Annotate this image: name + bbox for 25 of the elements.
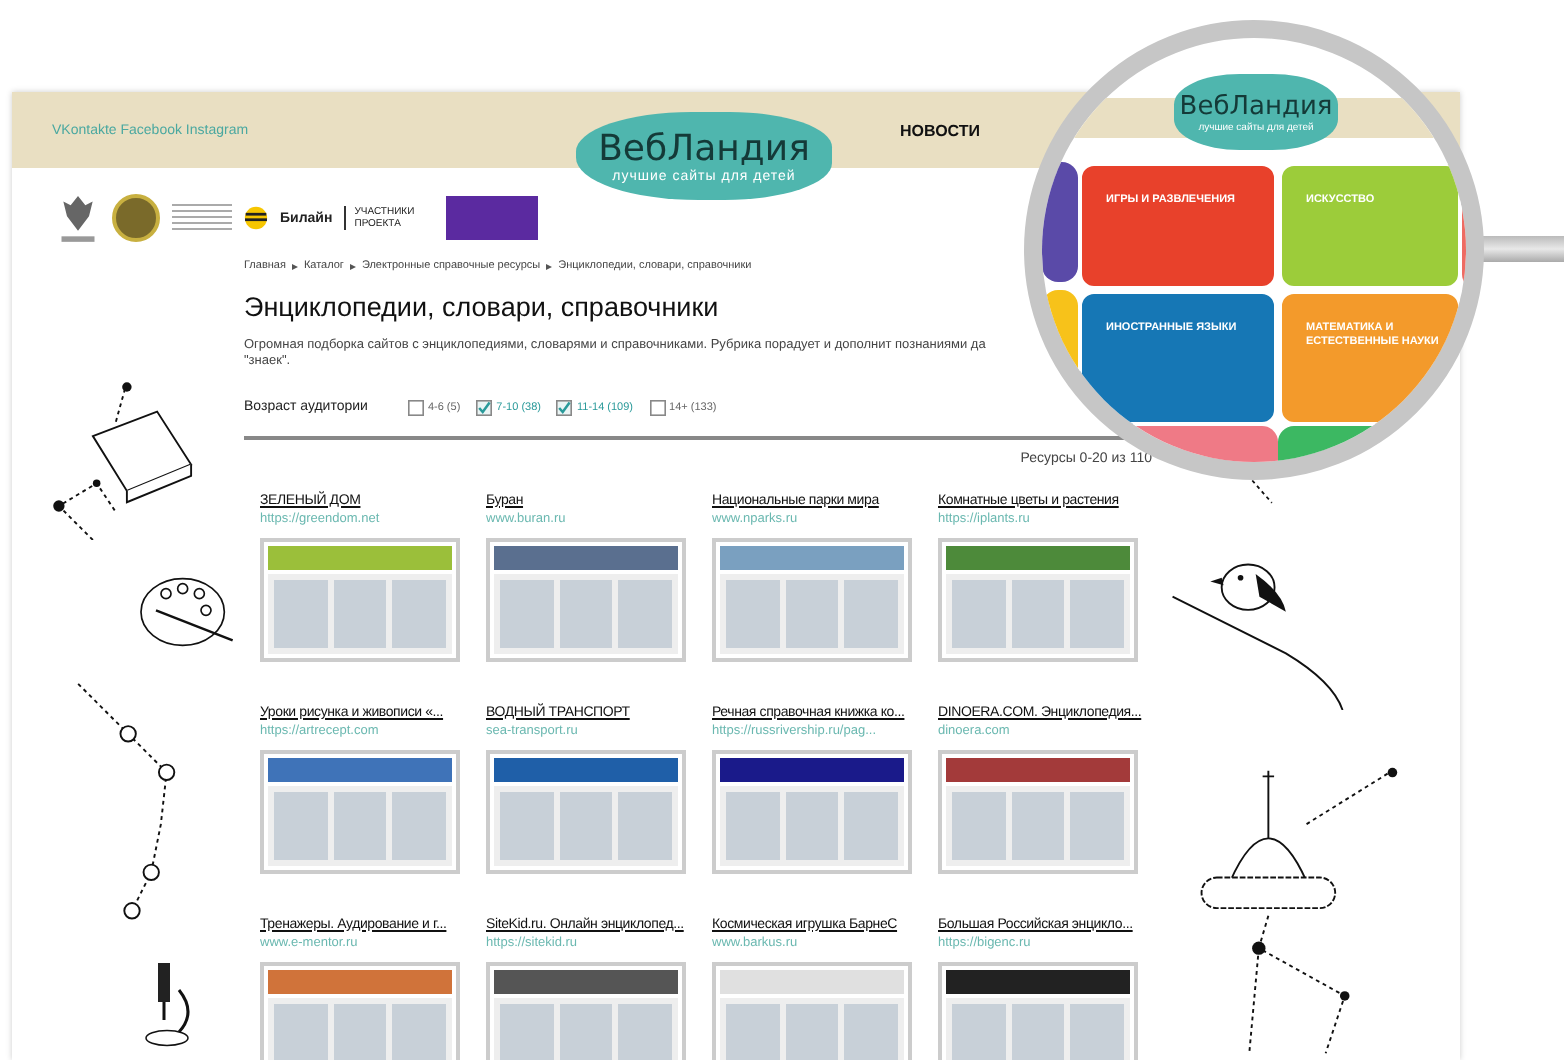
site-thumbnail[interactable] [486,537,686,662]
checkbox[interactable] [407,399,424,416]
site-thumbnail[interactable] [712,537,912,662]
winner-banner [446,196,539,240]
site-thumbnail[interactable] [486,961,686,1060]
site-thumbnail[interactable] [260,961,460,1060]
nav-link[interactable]: НОВОСТИ [899,121,980,139]
puzzle-piece [1042,162,1078,282]
checkbox[interactable] [649,399,666,416]
site-thumbnail[interactable] [938,961,1138,1060]
separator-icon [291,263,298,269]
page-title: Энциклопедии, словари, справочники [244,292,721,322]
separator-icon [349,263,356,269]
seal-logo [112,194,160,242]
site-thumbnail[interactable] [938,537,1138,662]
checkbox[interactable] [476,399,493,416]
site-thumbnail[interactable] [712,749,912,874]
site-thumbnail[interactable] [486,749,686,874]
site-thumbnail[interactable] [938,749,1138,874]
site-thumbnail[interactable] [260,749,460,874]
site-thumbnail[interactable] [712,961,912,1060]
striped-ball-icon [244,206,268,230]
checkbox[interactable] [556,399,573,416]
site-thumbnail[interactable] [260,537,460,662]
separator-icon [546,263,553,269]
